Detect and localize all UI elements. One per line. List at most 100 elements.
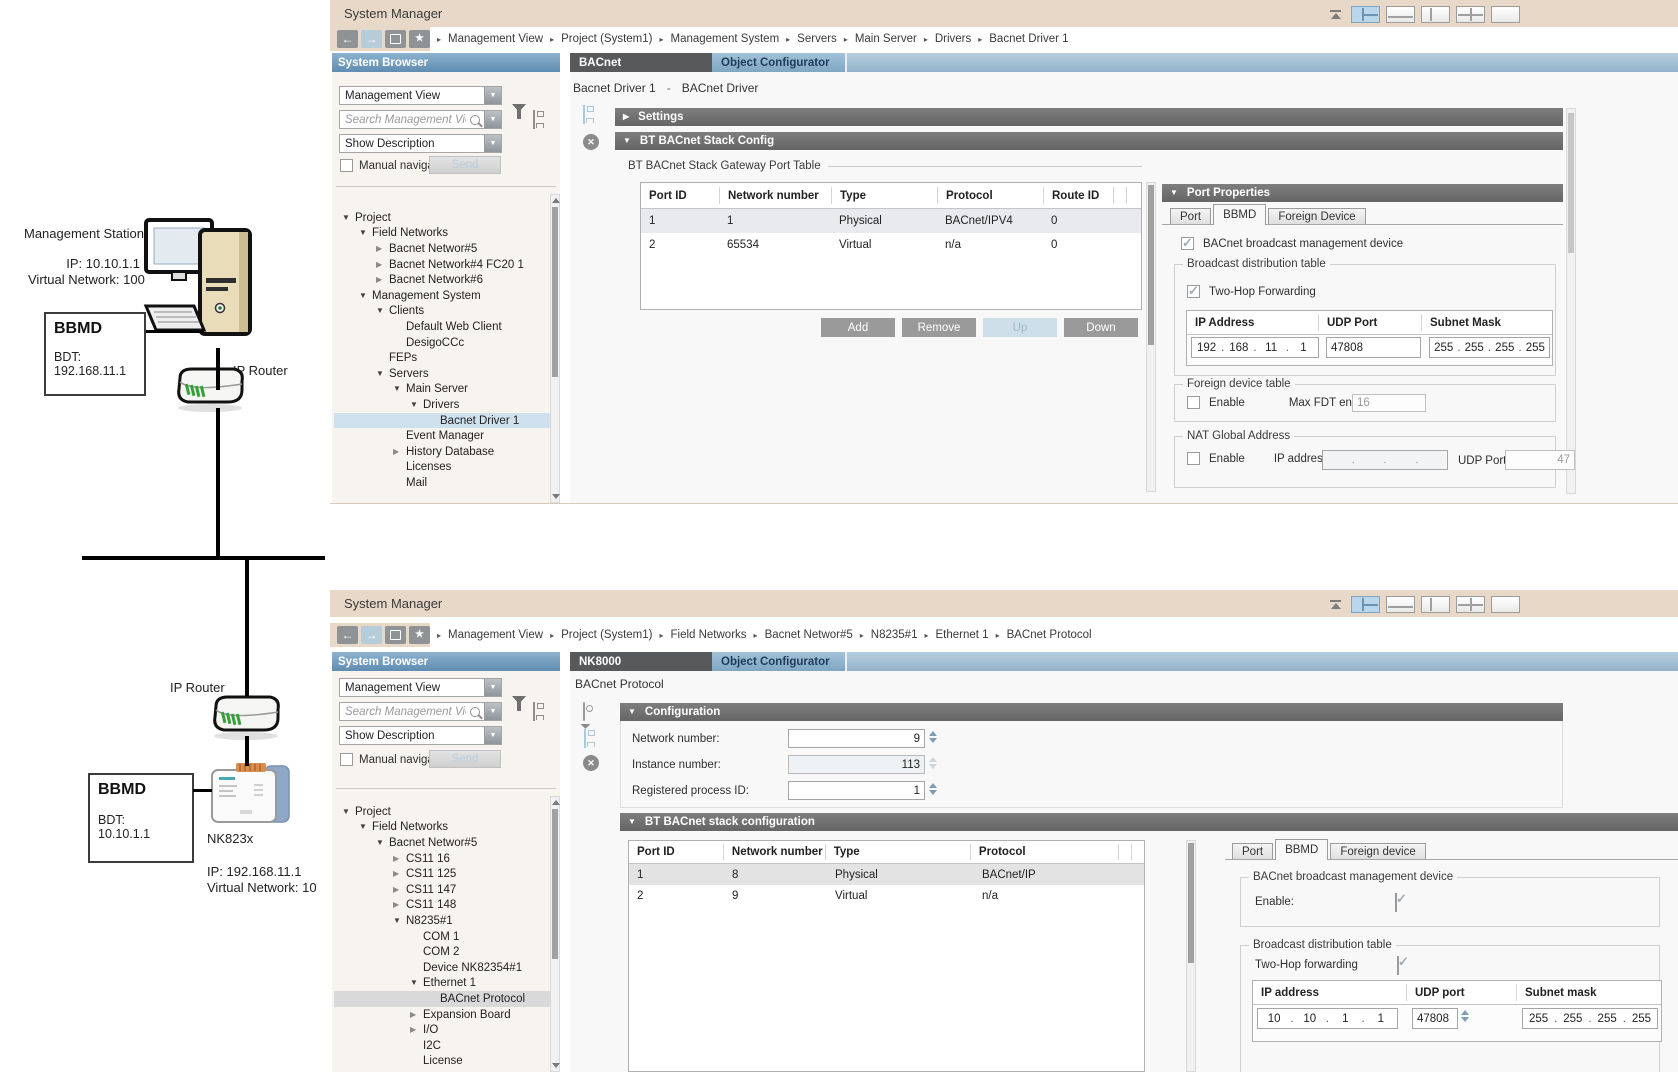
scrollbar-thumb[interactable]: [1188, 843, 1194, 963]
scroll-up-icon[interactable]: [552, 800, 560, 805]
tree-item-license[interactable]: License: [334, 1054, 550, 1070]
instance-number-input[interactable]: 113: [788, 755, 925, 774]
search-dropdown-icon[interactable]: ▼: [484, 111, 501, 128]
fdt-enable-checkbox[interactable]: [1187, 396, 1200, 409]
manual-navigation-checkbox[interactable]: [340, 753, 353, 766]
breadcrumb-item-field-networks[interactable]: Field Networks: [670, 629, 746, 641]
tab-port[interactable]: Port: [1232, 843, 1273, 860]
column-resize-handle[interactable]: [1113, 187, 1126, 205]
breadcrumb-item-bacnet-driver-1[interactable]: Bacnet Driver 1: [989, 33, 1068, 45]
collapse-panel-icon[interactable]: [1330, 10, 1341, 19]
tab-bbmd[interactable]: BBMD: [1275, 839, 1328, 860]
tree-item-cs11-147[interactable]: ▶CS11 147: [334, 882, 550, 898]
back-button[interactable]: ←: [337, 626, 358, 644]
breadcrumb-item-drivers[interactable]: Drivers: [935, 33, 971, 45]
layout-quad-icon[interactable]: [1456, 6, 1485, 23]
column-header-port-id[interactable]: Port ID: [641, 190, 719, 202]
tree-item-bacnet-network-6[interactable]: ▶Bacnet Network#6: [334, 272, 550, 288]
scrollbar-thumb[interactable]: [1568, 113, 1574, 253]
port-properties-header[interactable]: ▼ Port Properties: [1162, 184, 1563, 202]
bdt-ip-input[interactable]: 10.10.1.1: [1257, 1008, 1398, 1029]
layout-bottom-pane-icon[interactable]: [1386, 596, 1415, 613]
column-header[interactable]: IP address: [1253, 987, 1406, 999]
layout-single-icon[interactable]: [1491, 596, 1520, 613]
column-header-port-id[interactable]: Port ID: [629, 846, 723, 858]
tree-item-desigoccc[interactable]: DesigoCCc: [334, 335, 550, 351]
expanded-icon[interactable]: ▼: [359, 823, 372, 831]
tree-item-main-server[interactable]: ▼Main Server: [334, 382, 550, 398]
breadcrumb-item-ethernet-1[interactable]: Ethernet 1: [936, 629, 989, 641]
description-selector[interactable]: Show Description ▼: [339, 134, 502, 153]
tree-item-project[interactable]: ▼Project: [334, 804, 550, 820]
bbmd-enable-checkbox[interactable]: [1395, 893, 1397, 912]
twohop-checkbox[interactable]: [1397, 956, 1399, 975]
column-header-type[interactable]: Type: [825, 844, 970, 859]
panel-scrollbar[interactable]: [1566, 108, 1576, 494]
favorites-button[interactable]: ★: [409, 30, 430, 48]
tree-scrollbar[interactable]: [550, 194, 560, 503]
column-header-route-id[interactable]: Route ID: [1043, 187, 1113, 205]
layout-left-pane-icon[interactable]: [1421, 596, 1450, 613]
tree-item-bacnet-protocol[interactable]: BACnet Protocol: [334, 991, 550, 1007]
column-header-network-number[interactable]: Network number: [719, 187, 831, 205]
tree-item-com-1[interactable]: COM 1: [334, 929, 550, 945]
fdt-max-input[interactable]: 16: [1352, 394, 1426, 412]
breadcrumb-item-project-system1[interactable]: Project (System1): [561, 33, 652, 45]
column-header-type[interactable]: Type: [831, 187, 937, 205]
column-header-protocol[interactable]: Protocol: [937, 187, 1043, 205]
breadcrumb-item-bacnet-networ-5[interactable]: Bacnet Networ#5: [765, 629, 853, 641]
save-icon[interactable]: [584, 730, 586, 748]
column-header[interactable]: IP Address: [1187, 317, 1318, 329]
tree-item-cs11-16[interactable]: ▶CS11 16: [334, 851, 550, 867]
scrollbar-thumb[interactable]: [552, 809, 558, 959]
expanded-icon[interactable]: ▼: [376, 307, 389, 315]
tree-item-history-database[interactable]: ▶History Database: [334, 444, 550, 460]
breadcrumb-item-n8235-1[interactable]: N8235#1: [871, 629, 918, 641]
collapse-panel-icon[interactable]: [1330, 600, 1341, 609]
tree-item-clients[interactable]: ▼Clients: [334, 304, 550, 320]
column-header[interactable]: Subnet Mask: [1421, 314, 1546, 330]
send-button[interactable]: Send: [429, 156, 501, 174]
column-header[interactable]: UDP port: [1406, 984, 1516, 1000]
tab-nk8000[interactable]: NK8000: [570, 652, 712, 671]
column-header-protocol[interactable]: Protocol: [970, 844, 1118, 859]
recent-views-button[interactable]: [385, 626, 406, 644]
collapsed-icon[interactable]: ▶: [393, 870, 406, 878]
search-dropdown-icon[interactable]: ▼: [484, 703, 501, 720]
browser-save-icon[interactable]: [533, 703, 535, 721]
spinner-icon[interactable]: [929, 731, 937, 743]
bdt-subnet-input[interactable]: 255.255.255.255: [1522, 1008, 1658, 1029]
collapsed-icon[interactable]: ▶: [393, 901, 406, 909]
tree-item-default-web-client[interactable]: Default Web Client: [334, 319, 550, 335]
tree-item-n8235-1[interactable]: ▼N8235#1: [334, 913, 550, 929]
extended-operation-icon[interactable]: [583, 703, 585, 721]
back-button[interactable]: ←: [337, 30, 358, 48]
nat-enable-checkbox[interactable]: [1187, 452, 1200, 465]
tree-item-expansion-board[interactable]: ▶Expansion Board: [334, 1007, 550, 1023]
description-selector[interactable]: Show Description ▼: [339, 726, 502, 745]
tree-item-feps[interactable]: FEPs: [334, 350, 550, 366]
tree-item-management-system[interactable]: ▼Management System: [334, 288, 550, 304]
tree-item-i-o[interactable]: ▶I/O: [334, 1022, 550, 1038]
collapsed-icon[interactable]: ▶: [410, 1011, 423, 1019]
column-resize-handle[interactable]: [1126, 187, 1139, 205]
expanded-icon[interactable]: ▼: [342, 808, 355, 816]
expanded-icon[interactable]: ▼: [410, 401, 423, 409]
manual-navigation-checkbox[interactable]: [340, 159, 353, 172]
tree-item-ethernet-1[interactable]: ▼Ethernet 1: [334, 976, 550, 992]
content-scrollbar[interactable]: [1146, 182, 1156, 492]
expanded-icon[interactable]: ▼: [376, 370, 389, 378]
nat-ip-input[interactable]: ...: [1322, 450, 1448, 470]
breadcrumb-item-servers[interactable]: Servers: [797, 33, 837, 45]
tree-item-bacnet-networ-5[interactable]: ▼Bacnet Networ#5: [334, 835, 550, 851]
column-resize-handle[interactable]: [1118, 844, 1131, 859]
tree-item-field-networks[interactable]: ▼Field Networks: [334, 820, 550, 836]
remove-button[interactable]: Remove: [902, 318, 976, 337]
stack-config-section-header[interactable]: ▼ BT BACnet stack configuration: [620, 813, 1678, 831]
tree-item-servers[interactable]: ▼Servers: [334, 366, 550, 382]
chevron-down-icon[interactable]: ▼: [484, 87, 501, 104]
tree-item-project[interactable]: ▼Project: [334, 210, 550, 226]
forward-button[interactable]: →: [361, 626, 382, 644]
expanded-icon[interactable]: ▼: [393, 385, 406, 393]
layout-grid-icon[interactable]: [1351, 6, 1380, 23]
